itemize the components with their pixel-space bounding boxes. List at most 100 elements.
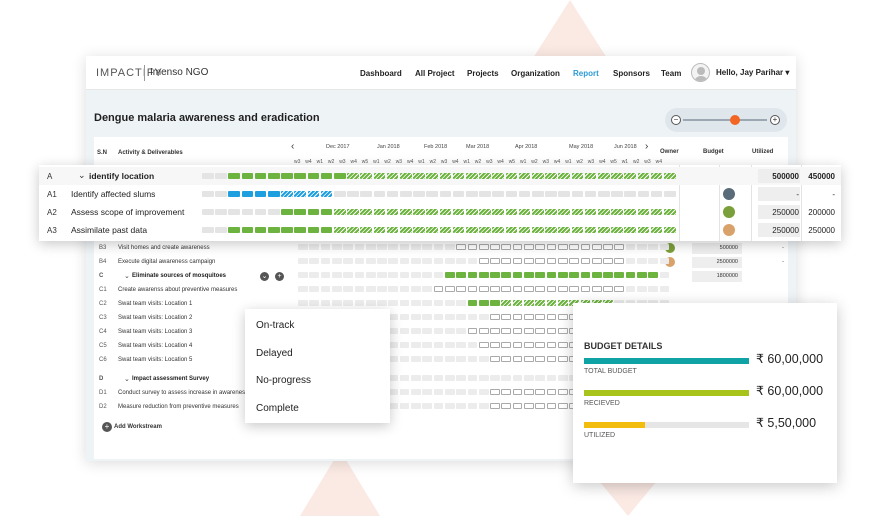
status-bar-segment[interactable] — [490, 356, 500, 362]
status-bar-segment[interactable] — [294, 227, 306, 233]
status-bar-segment[interactable] — [490, 286, 500, 292]
status-bar-segment[interactable] — [307, 191, 320, 197]
timeline-cell[interactable] — [365, 300, 376, 306]
status-bar-segment[interactable] — [611, 209, 623, 215]
status-bar-segment[interactable] — [571, 173, 584, 179]
timeline-cell[interactable] — [422, 403, 433, 409]
timeline-cell[interactable] — [320, 286, 331, 292]
status-bar-segment[interactable] — [373, 173, 386, 179]
status-bar-segment[interactable] — [535, 272, 546, 278]
status-bar-segment[interactable] — [545, 227, 557, 233]
status-bar-segment[interactable] — [492, 227, 504, 233]
status-bar-segment[interactable] — [546, 286, 557, 292]
status-bar-segment[interactable] — [241, 227, 254, 233]
status-bar-segment[interactable] — [466, 227, 478, 233]
status-bar-segment[interactable] — [467, 272, 478, 278]
timeline-cell[interactable] — [456, 342, 466, 348]
status-bar-segment[interactable] — [512, 272, 523, 278]
status-bar-segment[interactable] — [456, 244, 466, 250]
timeline-cell[interactable] — [422, 258, 433, 264]
status-bar-segment[interactable] — [479, 227, 491, 233]
status-bar-segment[interactable] — [467, 328, 478, 334]
timeline-cell[interactable] — [625, 258, 636, 264]
timeline-cell[interactable] — [456, 328, 466, 334]
status-bar-segment[interactable] — [598, 209, 610, 215]
status-bar-segment[interactable] — [518, 191, 531, 197]
status-bar-segment[interactable] — [433, 286, 444, 292]
status-bar-segment[interactable] — [360, 227, 372, 233]
status-bar-segment[interactable] — [524, 286, 534, 292]
nav-team[interactable]: Team — [661, 69, 681, 78]
timeline-cell[interactable] — [388, 272, 399, 278]
status-bar-segment[interactable] — [532, 209, 544, 215]
status-bar-segment[interactable] — [467, 300, 478, 306]
status-bar-segment[interactable] — [215, 227, 227, 233]
timeline-cell[interactable] — [422, 286, 433, 292]
status-bar-segment[interactable] — [614, 272, 625, 278]
status-bar-segment[interactable] — [524, 258, 534, 264]
status-bar-segment[interactable] — [557, 328, 568, 334]
timeline-cell[interactable] — [422, 356, 433, 362]
timeline-cell[interactable] — [422, 375, 433, 381]
status-bar-segment[interactable] — [512, 342, 523, 348]
status-bar-segment[interactable] — [478, 258, 489, 264]
status-bar-segment[interactable] — [664, 173, 676, 179]
timeline-cell[interactable] — [399, 314, 410, 320]
timeline-cell[interactable] — [320, 258, 331, 264]
timeline-cell[interactable] — [433, 403, 444, 409]
status-bar-segment[interactable] — [557, 314, 568, 320]
status-bar-segment[interactable] — [505, 191, 518, 197]
timeline-cell[interactable] — [444, 389, 455, 395]
nav-all-project[interactable]: All Project — [415, 69, 455, 78]
timeline-cell[interactable] — [388, 300, 399, 306]
status-bar-segment[interactable] — [558, 209, 570, 215]
timeline-cell[interactable] — [659, 244, 670, 250]
timeline-cell[interactable] — [456, 375, 466, 381]
status-bar-segment[interactable] — [532, 173, 544, 179]
status-bar-segment[interactable] — [611, 227, 623, 233]
timeline-cell[interactable] — [343, 286, 353, 292]
status-bar-segment[interactable] — [490, 314, 500, 320]
status-bar-segment[interactable] — [334, 173, 346, 179]
status-bar-segment[interactable] — [518, 227, 531, 233]
status-bar-segment[interactable] — [558, 191, 570, 197]
timeline-cell[interactable] — [365, 286, 376, 292]
status-bar-segment[interactable] — [373, 191, 386, 197]
status-bar-segment[interactable] — [524, 389, 534, 395]
timeline-cell[interactable] — [648, 244, 659, 250]
timeline-cell[interactable] — [637, 244, 647, 250]
timeline-cell[interactable] — [331, 272, 342, 278]
status-bar-segment[interactable] — [664, 227, 676, 233]
owner-avatar-icon[interactable] — [723, 188, 735, 200]
timeline-cell[interactable] — [331, 258, 342, 264]
status-bar-segment[interactable] — [307, 209, 320, 215]
status-bar-segment[interactable] — [598, 227, 610, 233]
status-bar-segment[interactable] — [512, 328, 523, 334]
status-bar-segment[interactable] — [557, 244, 568, 250]
status-bar-segment[interactable] — [294, 209, 306, 215]
timeline-cell[interactable] — [444, 375, 455, 381]
chevron-down-icon[interactable]: ⌄ — [78, 170, 86, 181]
status-bar-segment[interactable] — [664, 209, 676, 215]
status-bar-segment[interactable] — [490, 342, 500, 348]
status-bar-segment[interactable] — [524, 244, 534, 250]
status-bar-segment[interactable] — [400, 191, 412, 197]
timeline-cell[interactable] — [557, 375, 568, 381]
status-bar-segment[interactable] — [386, 191, 399, 197]
status-bar-segment[interactable] — [413, 209, 425, 215]
status-bar-segment[interactable] — [268, 173, 280, 179]
zoom-knob[interactable] — [730, 115, 741, 125]
status-bar-segment[interactable] — [580, 258, 591, 264]
timeline-cell[interactable] — [444, 342, 455, 348]
status-bar-segment[interactable] — [557, 286, 568, 292]
status-bar-segment[interactable] — [307, 227, 320, 233]
status-bar-segment[interactable] — [557, 300, 568, 306]
timeline-cell[interactable] — [320, 300, 331, 306]
status-bar-segment[interactable] — [535, 314, 546, 320]
status-bar-segment[interactable] — [360, 173, 372, 179]
status-bar-segment[interactable] — [546, 314, 557, 320]
status-bar-segment[interactable] — [228, 209, 240, 215]
timeline-cell[interactable] — [433, 258, 444, 264]
timeline-cell[interactable] — [637, 258, 647, 264]
timeline-cell[interactable] — [422, 314, 433, 320]
